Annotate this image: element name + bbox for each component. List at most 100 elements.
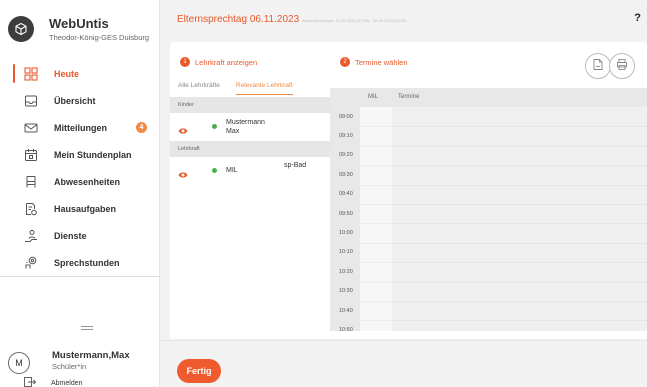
- slot-divider: [360, 301, 392, 302]
- user-role: Schüler*in: [52, 362, 87, 371]
- slot-divider: [392, 223, 647, 225]
- time-slot-label: 10:10: [339, 249, 353, 256]
- nav-label: Mein Stundenplan: [54, 149, 132, 160]
- status-dot: [212, 124, 217, 129]
- slot-divider: [392, 320, 647, 322]
- nav-label: Heute: [54, 68, 80, 79]
- nav-item-uebersicht[interactable]: Übersicht: [0, 87, 160, 114]
- slot-divider: [392, 204, 647, 205]
- consultation-icon: [24, 256, 38, 270]
- event-title: Elternsprechtag 06.11.2023: [177, 14, 300, 25]
- section-header-children: Kinder: [170, 97, 330, 113]
- nav-label: Mitteilungen: [54, 122, 107, 133]
- step-choose-appointments: 2 Termine wählen: [340, 57, 408, 67]
- pdf-icon: [593, 57, 603, 75]
- footer-bar: Fertig: [161, 340, 647, 387]
- slot-divider: [360, 204, 392, 205]
- registration-period: Anmeldezeitraum: 21.09.2023 (07:00) - 30…: [302, 18, 407, 23]
- nav-item-abwesenheiten[interactable]: Abwesenheiten: [0, 168, 160, 195]
- tab-relevant-teacher[interactable]: Relevante Lehrkraft: [235, 82, 293, 95]
- slot-divider: [392, 262, 647, 264]
- status-dot: [212, 168, 217, 173]
- eye-icon[interactable]: [178, 122, 188, 140]
- pdf-export-button[interactable]: [585, 53, 611, 79]
- slot-divider: [360, 126, 392, 128]
- time-slot-label: 09:10: [339, 133, 353, 140]
- grid-header: MIL Termine: [330, 88, 647, 106]
- mail-icon: [24, 121, 38, 135]
- slot-divider: [360, 184, 392, 186]
- time-slot-label: 09:40: [339, 191, 353, 198]
- slot-divider: [392, 301, 647, 302]
- booking-card: 1 Lehrkraft anzeigen 2 Termine wählen Al…: [170, 42, 647, 339]
- slot-divider: [360, 320, 392, 322]
- step-label: Termine wählen: [355, 57, 408, 67]
- time-column: 09:00 09:10 09:20 09:30 09:40 09:50 10:00 10:10…: [330, 107, 360, 331]
- slot-divider: [360, 281, 392, 283]
- eye-icon[interactable]: [178, 166, 188, 184]
- page-header: Elternsprechtag 06.11.2023 Anmeldezeitrau…: [161, 0, 647, 40]
- person-service-icon: [24, 229, 38, 243]
- divider: [0, 276, 160, 277]
- tab-all-teachers[interactable]: Alle Lehrkräfte: [178, 82, 220, 95]
- nav-item-heute[interactable]: Heute: [0, 60, 160, 87]
- logout-label: Abmelden: [51, 379, 83, 387]
- sidebar: WebUntis Theodor-König-GES Duisburg Heut…: [0, 0, 160, 387]
- logout-button[interactable]: Abmelden: [24, 374, 83, 387]
- slot-divider: [360, 145, 392, 147]
- nav-item-hausaufgaben[interactable]: Hausaufgaben: [0, 195, 160, 222]
- brand-title: WebUntis: [49, 16, 109, 31]
- nav-label: Übersicht: [54, 95, 96, 106]
- child-name: Mustermann Max: [226, 119, 265, 135]
- time-slot-label: 10:20: [339, 268, 353, 275]
- webuntis-logo-icon: [8, 16, 34, 42]
- step-number: 1: [180, 57, 190, 67]
- main-nav: Heute Übersicht Mitteilungen 4 Mein Stun…: [0, 60, 160, 276]
- time-slot-label: 10:50: [339, 326, 353, 331]
- done-button[interactable]: Fertig: [177, 359, 221, 383]
- nav-item-stundenplan[interactable]: Mein Stundenplan: [0, 141, 160, 168]
- nav-label: Dienste: [54, 230, 87, 241]
- slot-divider: [360, 262, 392, 264]
- slot-divider: [392, 145, 647, 147]
- teacher-list: Kinder Mustermann Max Lehrkraft MIL sp-B…: [170, 97, 330, 199]
- print-button[interactable]: [609, 53, 635, 79]
- slot-divider: [392, 126, 647, 128]
- time-slot-label: 09:30: [339, 171, 353, 178]
- list-item-teacher[interactable]: MIL sp-Bad: [170, 157, 330, 199]
- avatar: M: [8, 352, 30, 374]
- user-name: Mustermann,Max: [52, 350, 130, 361]
- teacher-name: MIL: [226, 167, 238, 174]
- card-actions: [585, 53, 635, 79]
- logout-icon: [24, 374, 37, 387]
- termine-column: [392, 107, 647, 331]
- time-slot-label: 10:30: [339, 288, 353, 295]
- unread-badge: 4: [136, 122, 147, 133]
- school-name: Theodor-König-GES Duisburg: [49, 33, 150, 42]
- brand[interactable]: WebUntis Theodor-König-GES Duisburg: [8, 12, 149, 44]
- teacher-slot-column[interactable]: [360, 107, 392, 331]
- slot-divider: [360, 223, 392, 225]
- step-number: 2: [340, 57, 350, 67]
- help-button[interactable]: ?: [634, 12, 641, 24]
- list-item-child[interactable]: Mustermann Max: [170, 113, 330, 141]
- calendar-icon: [24, 148, 38, 162]
- slot-divider: [392, 165, 647, 167]
- teacher-filter-tabs: Alle Lehrkräfte Relevante Lehrkraft: [178, 82, 309, 95]
- menu-handle-icon[interactable]: [81, 326, 93, 330]
- teacher-room: sp-Bad: [284, 162, 307, 169]
- nav-item-dienste[interactable]: Dienste: [0, 222, 160, 249]
- time-slot-label: 09:20: [339, 152, 353, 159]
- nav-label: Hausaufgaben: [54, 203, 117, 214]
- nav-item-sprechstunden[interactable]: Sprechstunden: [0, 249, 160, 276]
- step-show-teacher: 1 Lehrkraft anzeigen: [180, 57, 257, 67]
- user-profile[interactable]: M Mustermann,Max Schüler*in: [8, 350, 130, 374]
- slot-divider: [392, 184, 647, 186]
- appointment-grid: MIL Termine 09:00 09:10 09:20 09:30 09:40 09:…: [330, 88, 647, 331]
- nav-item-mitteilungen[interactable]: Mitteilungen 4: [0, 114, 160, 141]
- slot-divider: [392, 281, 647, 283]
- bed-icon: [24, 175, 38, 189]
- inbox-icon: [24, 94, 38, 108]
- step-label: Lehrkraft anzeigen: [195, 57, 258, 67]
- time-slot-label: 09:00: [339, 113, 353, 120]
